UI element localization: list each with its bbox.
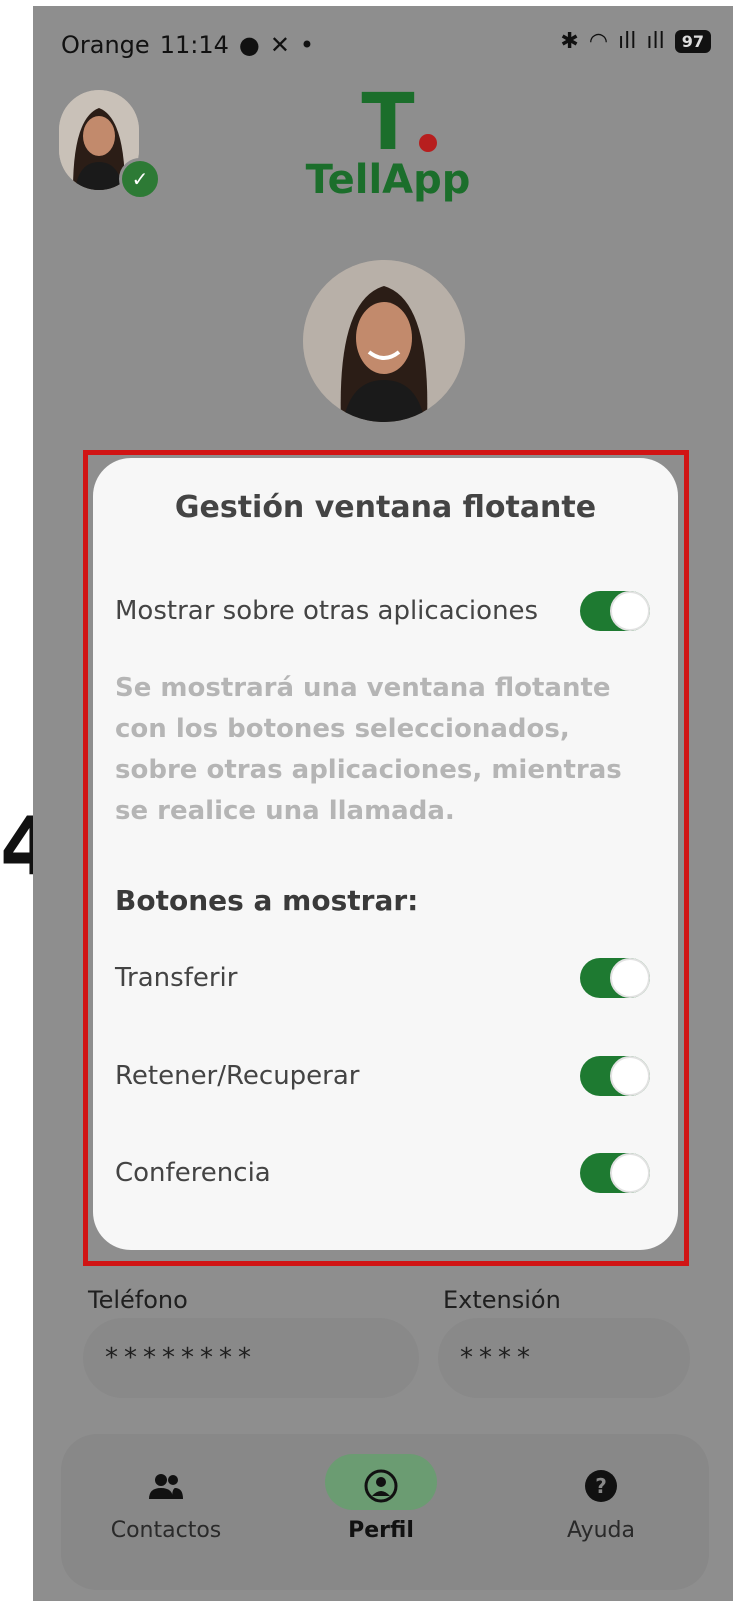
battery-icon: 97: [674, 30, 711, 53]
phone-field[interactable]: ********: [83, 1318, 419, 1398]
app-logo: T TellApp: [303, 84, 473, 208]
bottom-navigation: Contactos Perfil ? Ayuda: [61, 1434, 709, 1590]
nav-label-contacts: Contactos: [110, 1518, 222, 1543]
nav-item-profile[interactable]: Perfil: [316, 1434, 446, 1590]
signal-icon: ıll: [618, 29, 637, 54]
status-bar-left: Orange 11:14 ● ✕ •: [61, 31, 314, 59]
nav-item-contacts[interactable]: Contactos: [101, 1434, 231, 1590]
nav-label-help: Ayuda: [567, 1518, 635, 1543]
profile-icon: [363, 1468, 399, 1504]
help-icon: ?: [583, 1468, 619, 1504]
extension-field[interactable]: ****: [438, 1318, 690, 1398]
dot-icon: •: [299, 31, 315, 59]
nav-item-help[interactable]: ? Ayuda: [536, 1434, 666, 1590]
extension-label: Extensión: [443, 1286, 561, 1314]
bluetooth-icon: ✱: [560, 29, 579, 54]
signal-icon-2: ıll: [646, 29, 665, 54]
phone-label: Teléfono: [88, 1286, 188, 1314]
status-bar-right: ✱ ◠ ıll ıll 97: [560, 29, 711, 54]
nav-label-profile: Perfil: [348, 1518, 414, 1543]
wifi-icon: ◠: [588, 29, 609, 54]
whatsapp-icon: ●: [238, 31, 260, 59]
svg-text:?: ?: [595, 1474, 607, 1498]
missed-call-icon: ✕: [269, 31, 290, 59]
verified-check-icon: ✓: [119, 158, 161, 200]
contacts-icon: [148, 1468, 184, 1504]
logo-letter: T: [361, 78, 415, 168]
profile-photo[interactable]: [303, 260, 465, 422]
time-text: 11:14: [159, 31, 229, 59]
carrier-text: Orange: [61, 31, 150, 59]
highlight-box: [83, 450, 689, 1266]
